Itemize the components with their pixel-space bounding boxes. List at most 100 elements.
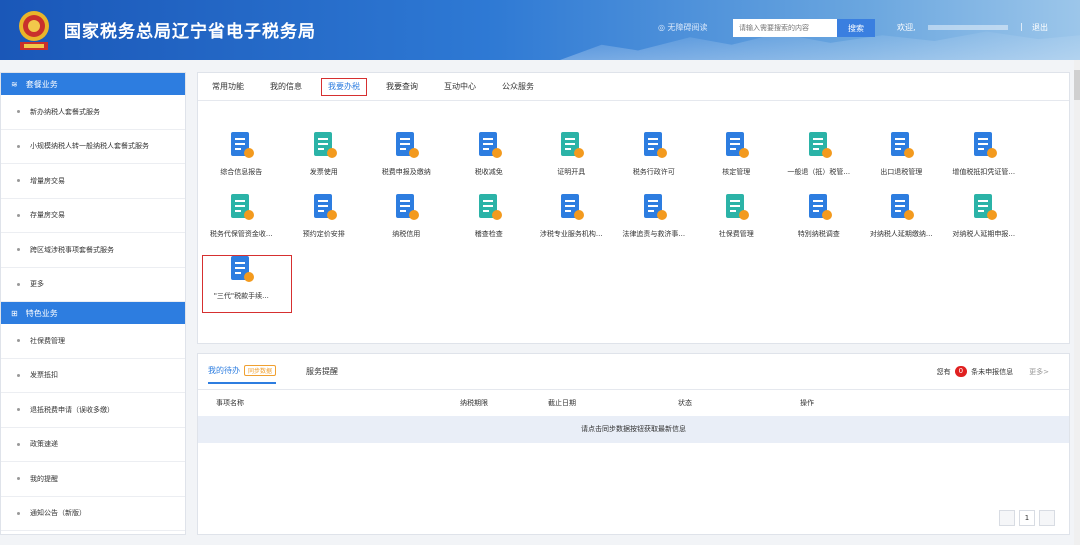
service-label: 涉税专业服务机构... <box>539 230 603 238</box>
service-item[interactable]: 法律追责与救济事... <box>613 193 694 239</box>
scrollbar-thumb[interactable] <box>1074 70 1080 100</box>
sidebar-item-label: 新办纳税人套餐式服务 <box>30 107 100 116</box>
sidebar-item[interactable]: 增量房交易 <box>1 164 185 199</box>
reduction-icon <box>476 131 502 159</box>
page-scrollbar[interactable] <box>1074 60 1080 545</box>
top-header: 国家税务总局辽宁省电子税务局 ◎ 无障碍阅读 搜索 欢迎, | 退出 <box>0 0 1080 60</box>
service-item[interactable]: 涉税专业服务机构... <box>531 193 612 239</box>
service-label: 法律追责与救济事... <box>622 230 686 238</box>
bullet-icon <box>17 144 20 148</box>
unreported-count-badge: 0 <box>954 366 968 377</box>
bullet-icon <box>17 339 20 343</box>
deferral-declare-icon <box>971 193 997 221</box>
service-label: 税费申报及缴纳 <box>381 168 431 176</box>
site-title: 国家税务总局辽宁省电子税务局 <box>64 22 316 42</box>
bullet-icon <box>17 248 20 252</box>
tab-3[interactable]: 我要查询 <box>386 73 418 101</box>
tab-service-remind[interactable]: 服务提醒 <box>306 366 338 377</box>
next-page-button[interactable] <box>1039 510 1055 526</box>
tax-pay-icon <box>393 131 420 159</box>
service-item[interactable]: 税费申报及缴纳 <box>366 131 447 177</box>
empty-message: 请点击同步数据按钮获取最新信息 <box>198 416 1069 443</box>
logout-link[interactable]: 退出 <box>1032 22 1048 33</box>
service-item[interactable]: 证明开具 <box>531 131 612 177</box>
sidebar-item[interactable]: 存量房交易 <box>1 199 185 233</box>
service-item[interactable]: 预约定价安排 <box>283 193 364 239</box>
tab-1[interactable]: 我的信息 <box>270 73 302 101</box>
refund-icon <box>806 131 832 159</box>
sidebar-item[interactable]: 通知公告（新版） <box>1 497 185 531</box>
sidebar-item-label: 跨区域涉税事项套餐式服务 <box>30 245 114 254</box>
bullet-icon <box>17 373 20 377</box>
prev-page-button[interactable] <box>999 510 1015 526</box>
service-item[interactable]: 核定管理 <box>696 131 777 177</box>
sync-data-button[interactable]: 同步数据 <box>244 365 277 376</box>
service-item[interactable]: 特別纳税调查 <box>778 193 859 239</box>
service-label: 发票使用 <box>309 168 338 176</box>
bullet-icon <box>17 511 20 515</box>
sidebar-item-label: 社保费管理 <box>30 336 65 345</box>
pricing-icon <box>311 193 337 221</box>
sidebar-item[interactable]: 更多 <box>1 268 185 302</box>
service-label: 证明开具 <box>557 168 586 176</box>
service-item[interactable]: 税务行政许可 <box>613 131 694 177</box>
main-tabs: 常用功能 我的信息 我要办税 我要查询 互动中心 公众服务 <box>198 73 1069 101</box>
credit-icon <box>393 193 420 221</box>
export-refund-icon <box>888 131 915 159</box>
service-label: 一般退（抵）税管... <box>787 168 851 176</box>
tab-5[interactable]: 公众服务 <box>502 73 534 101</box>
service-item[interactable]: 纳税信用 <box>366 193 447 239</box>
bullet-icon <box>17 213 20 217</box>
sidebar-item[interactable]: 小规模纳税人转一般纳税人套餐式服务 <box>1 130 185 164</box>
sidebar-item-label: 发票抵扣 <box>30 371 58 380</box>
service-item[interactable]: 增值税抵扣凭证管... <box>943 131 1024 177</box>
assessment-icon <box>723 131 750 159</box>
bullet-icon <box>17 442 20 446</box>
sidebar-item[interactable]: 政策速递 <box>1 428 185 462</box>
service-item[interactable]: 对纳税人延期申报... <box>943 193 1024 239</box>
tab-2[interactable]: 我要办税 <box>321 77 367 96</box>
special-investigation-icon <box>806 193 832 221</box>
service-item[interactable]: 综合信息报告 <box>201 131 282 177</box>
sidebar-section-package[interactable]: ≋ 套餐业务 <box>1 73 185 95</box>
service-label: 稽查检查 <box>474 230 503 238</box>
bullet-icon <box>17 477 20 481</box>
tab-my-todo[interactable]: 我的待办 同步数据 <box>208 365 277 384</box>
service-label: 税收减免 <box>474 168 503 176</box>
bullet-icon <box>17 282 20 286</box>
sidebar-item-label: 政策速递 <box>30 440 58 449</box>
service-label: 特別纳税调查 <box>797 230 840 238</box>
service-label: 出口退税管理 <box>880 168 923 176</box>
more-link[interactable]: 更多> <box>1029 367 1049 377</box>
search-button[interactable]: 搜索 <box>837 19 875 37</box>
sidebar-item-label: 通知公告（新版） <box>30 509 86 518</box>
service-item[interactable]: 对纳税人延期缴纳... <box>861 193 942 239</box>
sidebar-item[interactable]: 新办纳税人套餐式服务 <box>1 95 185 130</box>
tab-0[interactable]: 常用功能 <box>212 73 244 101</box>
service-item[interactable]: 稽查检查 <box>448 193 529 239</box>
sidebar-section-feature[interactable]: ⊞ 特色业务 <box>1 302 185 324</box>
social-security-icon <box>723 193 750 221</box>
search-input[interactable] <box>733 19 837 37</box>
sidebar-item[interactable]: 发票抵扣 <box>1 359 185 393</box>
sidebar-item[interactable]: 跨区域涉税事项套餐式服务 <box>1 233 185 268</box>
service-item[interactable]: 发票使用 <box>283 131 364 177</box>
page-number[interactable]: 1 <box>1019 510 1035 526</box>
service-label: 对纳税人延期申报... <box>952 230 1016 238</box>
tab-4[interactable]: 互动中心 <box>444 73 476 101</box>
certificate-icon <box>558 131 585 159</box>
accessible-reading-link[interactable]: ◎ 无障碍阅读 <box>658 22 708 33</box>
service-item[interactable]: 税收减免 <box>448 131 529 177</box>
service-item[interactable]: 出口退税管理 <box>861 131 942 177</box>
sidebar-item[interactable]: 退抵税费申请（误收多缴） <box>1 393 185 428</box>
service-item[interactable]: 税务代保管资金收... <box>201 193 282 239</box>
service-label: 纳税信用 <box>392 230 421 238</box>
inspection-icon <box>476 193 502 221</box>
service-item[interactable]: 社保费管理 <box>696 193 777 239</box>
sidebar-item-label: 更多 <box>30 280 44 289</box>
invoice-icon <box>311 131 337 159</box>
sidebar-item[interactable]: 社保费管理 <box>1 324 185 359</box>
legal-icon <box>641 193 667 221</box>
sidebar-item[interactable]: 我的提醒 <box>1 462 185 497</box>
service-item[interactable]: 一般退（抵）税管... <box>778 131 859 177</box>
